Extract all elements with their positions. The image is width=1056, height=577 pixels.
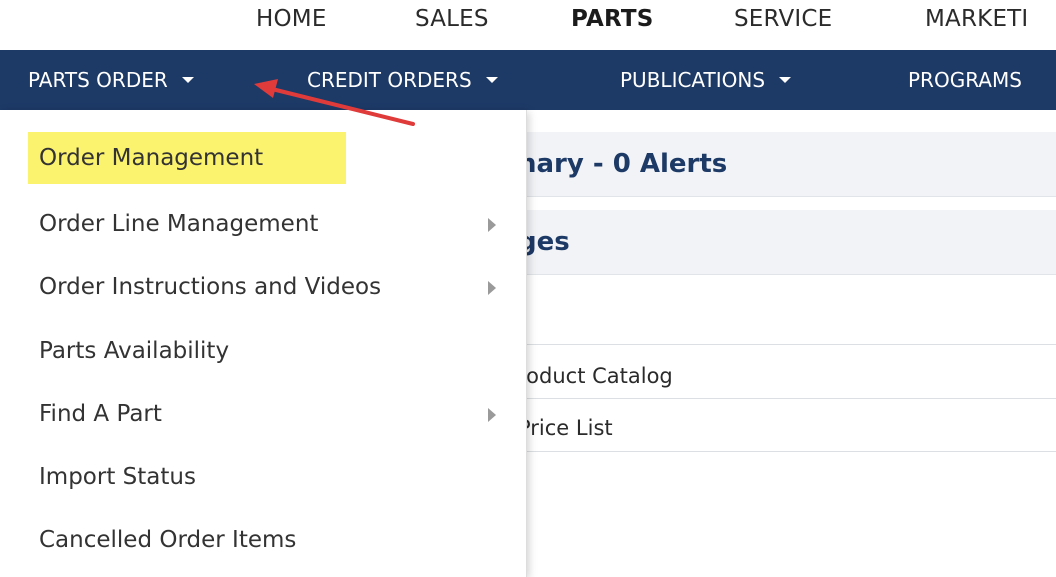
menu-item-parts-availability[interactable]: Parts Availability xyxy=(0,320,526,382)
top-nav-parts[interactable]: PARTS xyxy=(571,6,653,32)
sub-nav-credit-orders[interactable]: CREDIT ORDERS xyxy=(307,50,498,110)
caret-down-icon xyxy=(485,76,498,83)
product-catalog-link[interactable]: roduct Catalog xyxy=(518,350,673,402)
price-list-link[interactable]: Price List xyxy=(518,402,613,454)
top-nav-sales[interactable]: SALES xyxy=(415,6,489,32)
sub-nav-label: PARTS ORDER xyxy=(28,68,168,92)
menu-item-label: Parts Availability xyxy=(39,338,230,364)
caret-down-icon xyxy=(181,76,194,83)
caret-down-icon xyxy=(779,76,792,83)
menu-item-import-status[interactable]: Import Status xyxy=(0,446,526,508)
parts-order-dropdown: Order Management Order Line Management O… xyxy=(0,110,527,577)
sub-nav-label: PROGRAMS xyxy=(908,68,1022,92)
menu-item-order-management[interactable]: Order Management xyxy=(0,127,526,189)
sub-nav-label: CREDIT ORDERS xyxy=(307,68,472,92)
row-divider xyxy=(480,398,1056,399)
menu-item-order-line-management[interactable]: Order Line Management xyxy=(0,193,526,255)
top-nav-home[interactable]: HOME xyxy=(256,6,327,32)
caret-right-icon xyxy=(488,408,496,422)
menu-item-label: Cancelled Order Items xyxy=(39,527,297,553)
menu-item-label: Order Line Management xyxy=(39,211,319,237)
menu-item-label: Order Management xyxy=(39,145,264,171)
menu-item-order-instructions-videos[interactable]: Order Instructions and Videos xyxy=(0,256,526,318)
menu-item-cancelled-order-items[interactable]: Cancelled Order Items xyxy=(0,509,526,571)
menu-item-find-a-part[interactable]: Find A Part xyxy=(0,383,526,445)
summary-title: nary - 0 Alerts xyxy=(518,149,728,179)
sub-nav-label: PUBLICATIONS xyxy=(620,68,766,92)
caret-right-icon xyxy=(488,218,496,232)
menu-item-label: Import Status xyxy=(39,464,196,490)
sub-nav-parts-order[interactable]: PARTS ORDER xyxy=(28,50,194,110)
top-nav-service[interactable]: SERVICE xyxy=(734,6,832,32)
row-divider xyxy=(480,451,1056,452)
sub-nav: PARTS ORDER CREDIT ORDERS PUBLICATIONS P… xyxy=(0,50,1056,110)
sub-nav-publications[interactable]: PUBLICATIONS xyxy=(620,50,792,110)
row-divider xyxy=(480,344,1056,345)
caret-right-icon xyxy=(488,281,496,295)
section-header: ges xyxy=(480,210,1056,275)
summary-header: nary - 0 Alerts xyxy=(480,132,1056,197)
top-nav-marketing[interactable]: MARKETI xyxy=(925,6,1028,32)
sub-nav-programs[interactable]: PROGRAMS xyxy=(908,50,1022,110)
menu-item-label: Order Instructions and Videos xyxy=(39,274,382,300)
top-nav: HOME SALES PARTS SERVICE MARKETI xyxy=(0,0,1056,50)
menu-item-label: Find A Part xyxy=(39,401,162,427)
